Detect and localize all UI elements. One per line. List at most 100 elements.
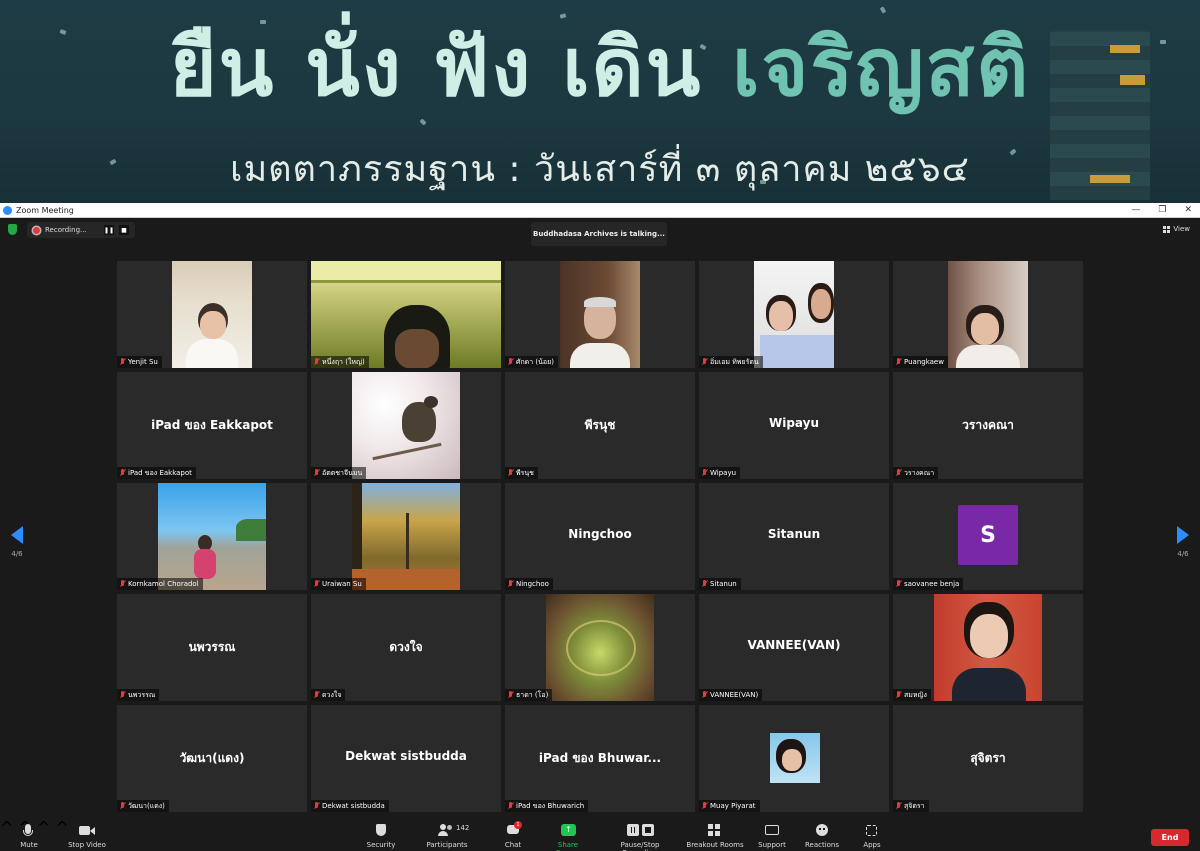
participant-avatar: S [958,505,1018,565]
security-button[interactable]: Security [364,824,398,849]
participant-label: อิ่มเอม ทิพยรัตน [699,356,763,368]
participant-name: Ningchoo [516,580,549,588]
event-banner: ยืน นั่ง ฟัง เดิน เจริญสติ เมตตาภรรมฐาน … [0,0,1200,203]
pause-recording-icon[interactable]: ❚❚ [104,225,114,235]
participant-display-name: ดวงใจ [389,640,423,654]
participant-tile[interactable]: Puangkaew [893,261,1083,368]
audio-options-caret-icon[interactable]: ^ [0,818,13,837]
banner-title: ยืน นั่ง ฟัง เดิน เจริญสติ [0,28,1200,108]
participant-tile[interactable]: หนึ่งฤา (ใหญ่) [311,261,501,368]
participant-display-name: Sitanun [767,527,821,541]
participant-tile[interactable]: Uraiwan Su [311,483,501,590]
mic-muted-icon [896,691,901,699]
participant-tile[interactable]: วัฒนา(แดง) วัฒนา(แดง) [117,705,307,812]
view-label: View [1173,225,1190,233]
close-window-button[interactable]: ✕ [1184,203,1192,218]
participant-video [172,261,252,368]
participant-label: ศักดา (น้อย) [505,356,558,368]
confetti-decoration [419,118,427,126]
participant-display-name: Dekwat sistbudda [345,749,467,763]
mic-muted-icon [120,802,125,810]
participant-tile[interactable]: ธาดา (โอ) [505,594,695,701]
participant-tile[interactable]: พีรนุช พีรนุช [505,372,695,479]
participant-tile[interactable]: สมหญิง [893,594,1083,701]
participant-name: iPad ของ Eakkapot [128,468,192,477]
chat-label: Chat [504,841,522,849]
mute-button[interactable]: Mute [16,824,42,849]
view-button[interactable]: View [1163,225,1190,233]
end-meeting-button[interactable]: End [1151,829,1189,846]
support-button[interactable]: Support [756,824,788,849]
participant-tile[interactable]: ดวงใจ ดวงใจ [311,594,501,701]
participant-video [352,483,460,590]
participant-tile[interactable]: อัตตชาจีนมน [311,372,501,479]
participant-tile[interactable]: Muay Piyarat [699,705,889,812]
participant-name: สุจิตรา [904,801,925,810]
participant-tile[interactable]: นพวรรณ นพวรรณ [117,594,307,701]
participant-display-name: วรางคณา [962,418,1014,432]
participant-name: Kornkamol Choradol [128,580,199,588]
participant-tile[interactable]: iPad ของ Eakkapot iPad ของ Eakkapot [117,372,307,479]
participant-tile[interactable]: Sitanun Sitanun [699,483,889,590]
banner-title-accent: เจริญสติ [732,21,1031,114]
participant-label: ธาดา (โอ) [505,689,553,701]
window-titlebar: Zoom Meeting — ❐ ✕ [0,203,1200,218]
participant-tile[interactable]: Yenjit Su [117,261,307,368]
encryption-shield-icon[interactable] [8,224,17,235]
share-screen-label: Share Screen [556,841,580,851]
reactions-label: Reactions [804,841,840,849]
microphone-icon [16,824,42,838]
participant-tile[interactable]: iPad ของ Bhuwar... iPad ของ Bhuwarich [505,705,695,812]
participant-name: Yenjit Su [128,358,158,366]
participant-tile[interactable]: Dekwat sistbudda Dekwat sistbudda [311,705,501,812]
mic-muted-icon [896,469,901,477]
security-label: Security [366,841,396,849]
support-icon [756,824,788,838]
participant-display-name: นพวรรณ [188,640,236,654]
participant-tile[interactable]: อิ่มเอม ทิพยรัตน [699,261,889,368]
participant-name: ศักดา (น้อย) [516,357,554,366]
apps-label: Apps [863,841,881,849]
participant-tile[interactable]: Kornkamol Choradol [117,483,307,590]
participant-display-name: iPad ของ Eakkapot [151,418,273,432]
reactions-button[interactable]: Reactions [804,824,840,849]
participant-tile[interactable]: ศักดา (น้อย) [505,261,695,368]
participant-name: Sitanun [710,580,737,588]
previous-page-button[interactable]: 4/6 [8,526,26,558]
banner-subtitle: เมตตาภรรมฐาน : วันเสาร์ที่ ๓ ตุลาคม ๒๕๖๔ [230,149,970,190]
mic-muted-icon [508,580,513,588]
apps-button[interactable]: Apps [860,824,884,849]
participant-tile[interactable]: Wipayu Wipayu [699,372,889,479]
participant-tile[interactable]: สุจิตรา สุจิตรา [893,705,1083,812]
stop-video-button[interactable]: Stop Video [66,824,108,849]
participant-tile[interactable]: VANNEE(VAN) VANNEE(VAN) [699,594,889,701]
participant-label: อัตตชาจีนมน [311,467,367,479]
breakout-rooms-icon [686,824,744,838]
support-label: Support [758,841,786,849]
minimize-button[interactable]: — [1131,203,1140,218]
participant-label: Dekwat sistbudda [311,800,389,812]
stop-video-label: Stop Video [68,841,106,849]
mic-muted-icon [120,691,125,699]
breakout-rooms-button[interactable]: Breakout Rooms [686,824,744,849]
participants-button[interactable]: 142 Participants [424,824,470,849]
pause-stop-recording-button[interactable]: Pause/Stop Recording [602,824,678,851]
mic-muted-icon [896,802,901,810]
next-page-button[interactable]: 4/6 [1174,526,1192,558]
stop-recording-icon[interactable]: ■ [119,225,129,235]
participant-name: Puangkaew [904,358,944,366]
participant-label: สมหญิง [893,689,931,701]
participant-tile[interactable]: S saovanee benja [893,483,1083,590]
share-screen-button[interactable]: ↑ Share Screen [545,824,591,851]
mic-muted-icon [314,580,319,588]
mic-muted-icon [120,469,125,477]
participants-count: 142 [456,824,470,832]
participant-name: สมหญิง [904,690,927,699]
participant-tile[interactable]: Ningchoo Ningchoo [505,483,695,590]
chat-button[interactable]: 1 Chat [500,821,526,849]
maximize-button[interactable]: ❐ [1158,203,1166,218]
participant-video [948,261,1028,368]
participant-name: Uraiwan Su [322,580,362,588]
participant-tile[interactable]: วรางคณา วรางคณา [893,372,1083,479]
mic-muted-icon [508,469,513,477]
